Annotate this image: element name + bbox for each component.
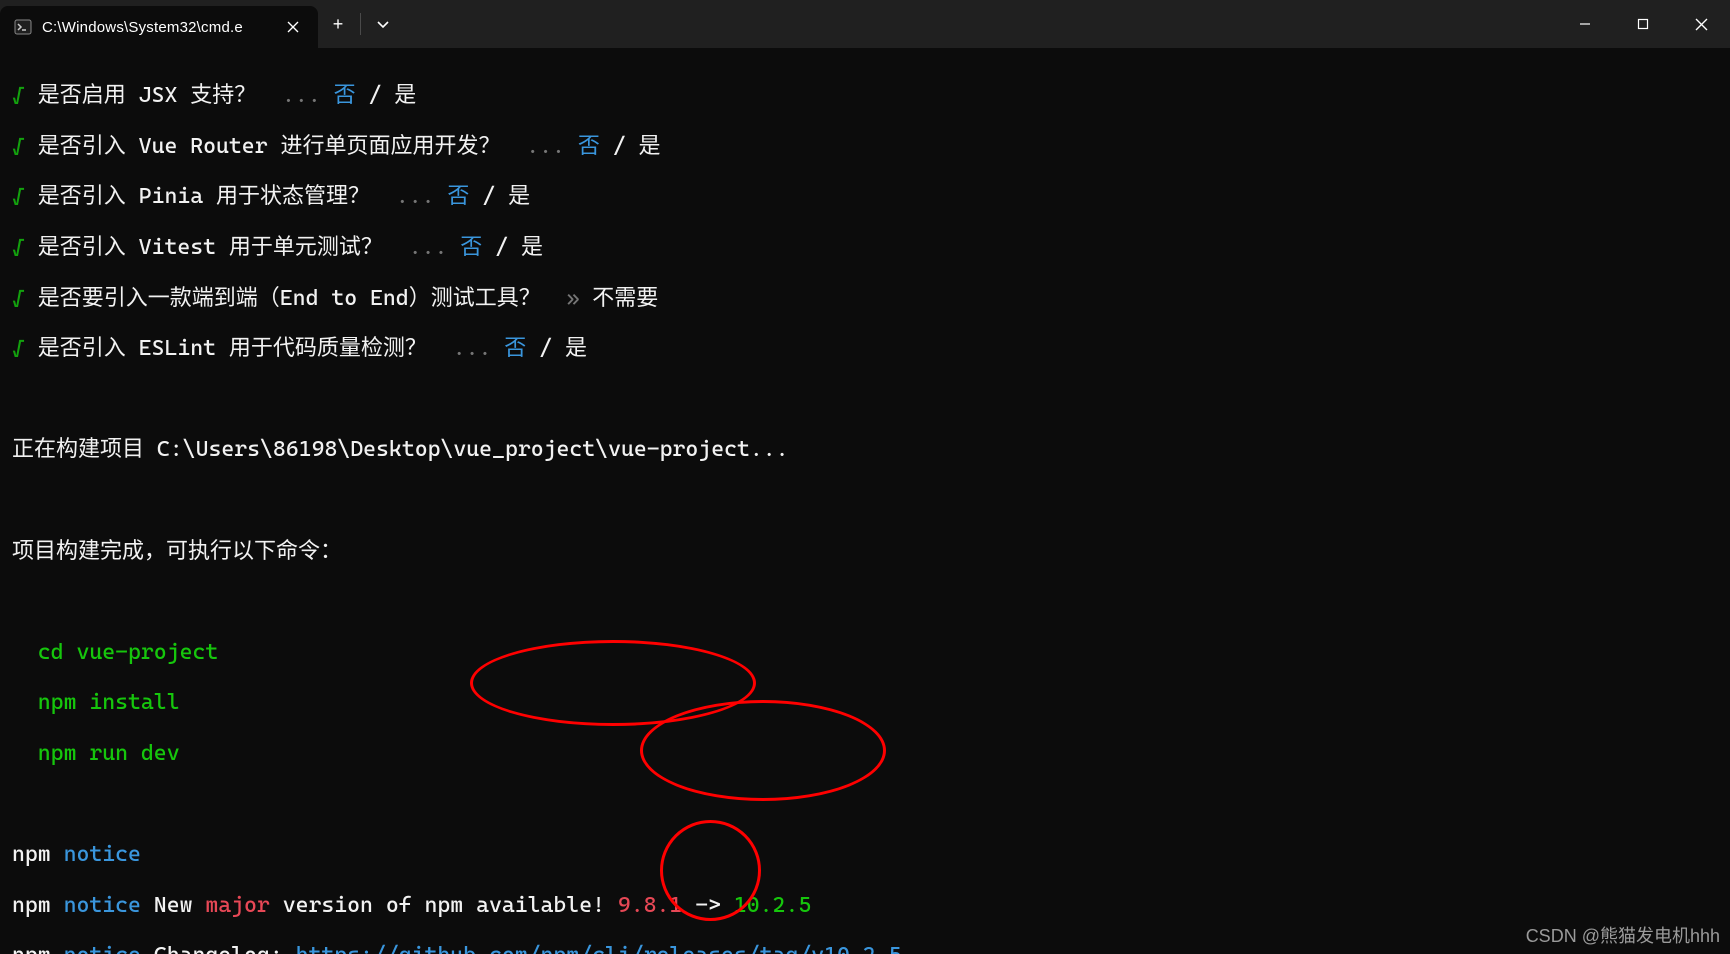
npm-old-version: 9.8.1 (618, 893, 682, 918)
answer-yes: 是 (508, 184, 530, 209)
terminal-output[interactable]: √ 是否启用 JSX 支持？ ... 否 / 是 √ 是否引入 Vue Rout… (0, 48, 1730, 954)
watermark: CSDN @熊猫发电机hhh (1526, 922, 1720, 948)
check-icon: √ (12, 134, 25, 159)
tab-title: C:\Windows\System32\cmd.e (42, 19, 243, 36)
prompt-question: 是否引入 Vue Router 进行单页面应用开发？ (38, 134, 501, 159)
tab-actions: + (318, 0, 403, 48)
suggested-cmd: npm run dev (12, 741, 1718, 766)
prompt-question (25, 83, 38, 108)
npm-label: npm (12, 842, 51, 867)
notice-major: major (205, 893, 269, 918)
tab-separator (360, 13, 361, 35)
answer-value: 不需要 (592, 286, 658, 311)
answer-no: 否 (460, 235, 482, 260)
window-controls (1556, 0, 1730, 48)
tab-dropdown-button[interactable] (363, 0, 403, 48)
suggested-cmd: npm install (12, 690, 1718, 715)
scaffold-done: 项目构建完成，可执行以下命令： (12, 539, 1718, 564)
answer-yes: 是 (521, 235, 543, 260)
answer-yes: 是 (639, 134, 661, 159)
changelog-url: https://github.com/npm/cli/releases/tag/… (296, 943, 902, 954)
scaffold-building: 正在构建项目 C:\Users\86198\Desktop\vue_projec… (12, 437, 1718, 462)
new-tab-button[interactable]: + (318, 0, 358, 48)
prompt-question: 是否引入 Vitest 用于单元测试？ (38, 235, 383, 260)
prompt-question: 是否启用 JSX 支持？ (38, 83, 256, 108)
answer-no: 否 (578, 134, 600, 159)
check-icon: √ (12, 235, 25, 260)
maximize-button[interactable] (1614, 0, 1672, 48)
answer-yes: 是 (565, 336, 587, 361)
check-icon: √ (12, 83, 25, 108)
answer-no: 否 (504, 336, 526, 361)
titlebar: C:\Windows\System32\cmd.e + (0, 0, 1730, 48)
check-icon: √ (12, 184, 25, 209)
answer-no: 否 (447, 184, 469, 209)
terminal-tab[interactable]: C:\Windows\System32\cmd.e (0, 6, 318, 48)
suggested-cmd: cd vue-project (12, 640, 1718, 665)
prompt-question: 是否要引入一款端到端（End to End）测试工具？ (38, 286, 541, 311)
answer-yes: 是 (394, 83, 416, 108)
notice-label: notice (51, 842, 141, 867)
check-icon: √ (12, 286, 25, 311)
close-window-button[interactable] (1672, 0, 1730, 48)
prompt-dots (256, 83, 282, 108)
prompt-question: 是否引入 ESLint 用于代码质量检测？ (38, 336, 427, 361)
minimize-button[interactable] (1556, 0, 1614, 48)
check-icon: √ (12, 336, 25, 361)
answer-no: 否 (334, 83, 356, 108)
close-tab-button[interactable] (282, 16, 304, 38)
cmd-icon (14, 18, 32, 36)
npm-new-version: 10.2.5 (734, 893, 811, 918)
prompt-question: 是否引入 Pinia 用于状态管理？ (38, 184, 370, 209)
